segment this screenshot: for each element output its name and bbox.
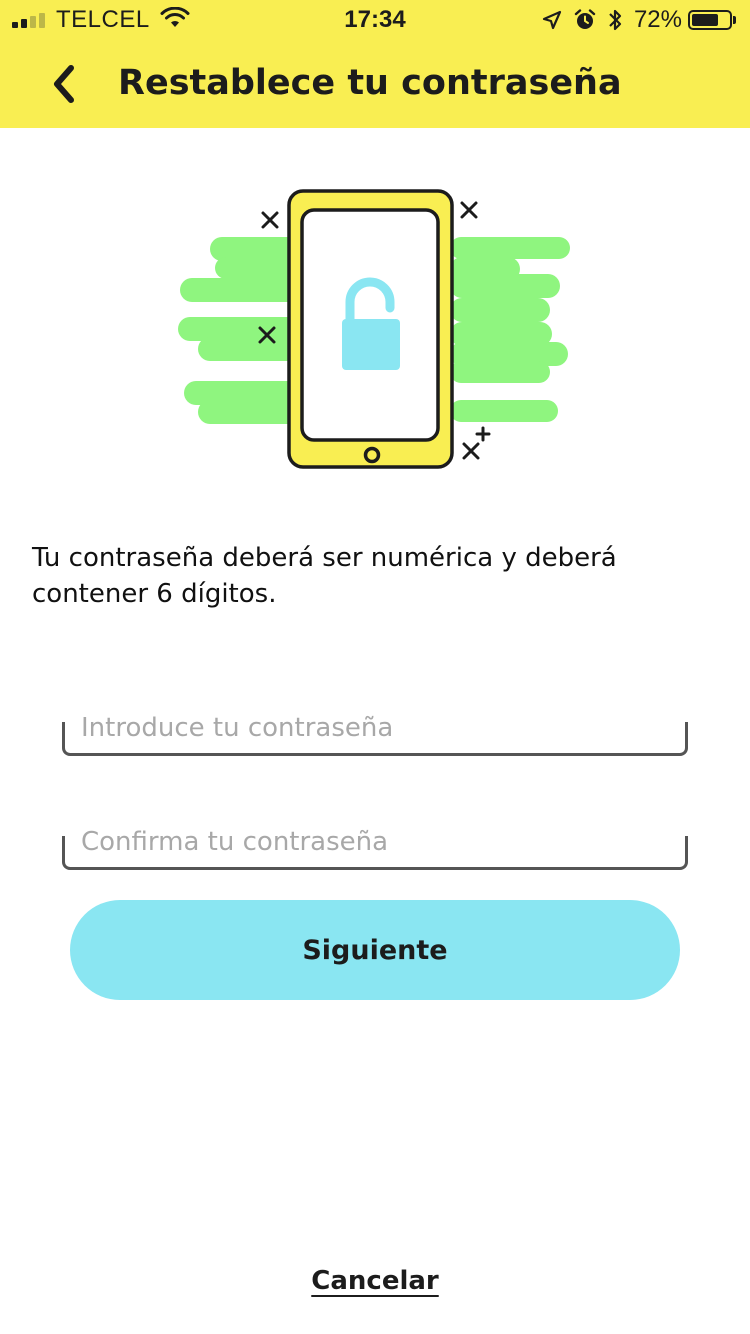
- app-header: TELCEL 17:34 72% Restablece tu contraseñ…: [0, 0, 750, 128]
- battery-level: [692, 14, 718, 26]
- left-stripes: [178, 237, 300, 424]
- status-bar: TELCEL 17:34 72%: [0, 0, 750, 40]
- page-title: Restablece tu contraseña: [118, 63, 622, 103]
- unlocked-phone-illustration: [178, 189, 570, 469]
- next-button[interactable]: Siguiente: [70, 900, 680, 1000]
- password-instructions: Tu contraseña deberá ser numérica y debe…: [32, 543, 617, 609]
- battery-nub: [733, 16, 736, 24]
- password-input[interactable]: [81, 713, 671, 743]
- password-field: [62, 713, 688, 756]
- back-button[interactable]: [40, 58, 88, 110]
- confirm-password-field: [62, 827, 688, 870]
- bluetooth-icon: [608, 8, 622, 32]
- right-stripes: [450, 237, 570, 422]
- reset-password-screen: TELCEL 17:34 72% Restablece tu contraseñ…: [0, 0, 750, 1334]
- battery-icon: [688, 10, 732, 30]
- cancel-link[interactable]: Cancelar: [0, 1266, 750, 1296]
- location-arrow-icon: [542, 10, 562, 30]
- battery-percent: 72%: [633, 6, 682, 33]
- alarm-icon: [574, 9, 596, 31]
- chevron-left-icon: [54, 65, 74, 103]
- status-right: 72%: [542, 6, 736, 34]
- confirm-password-input[interactable]: [81, 827, 671, 857]
